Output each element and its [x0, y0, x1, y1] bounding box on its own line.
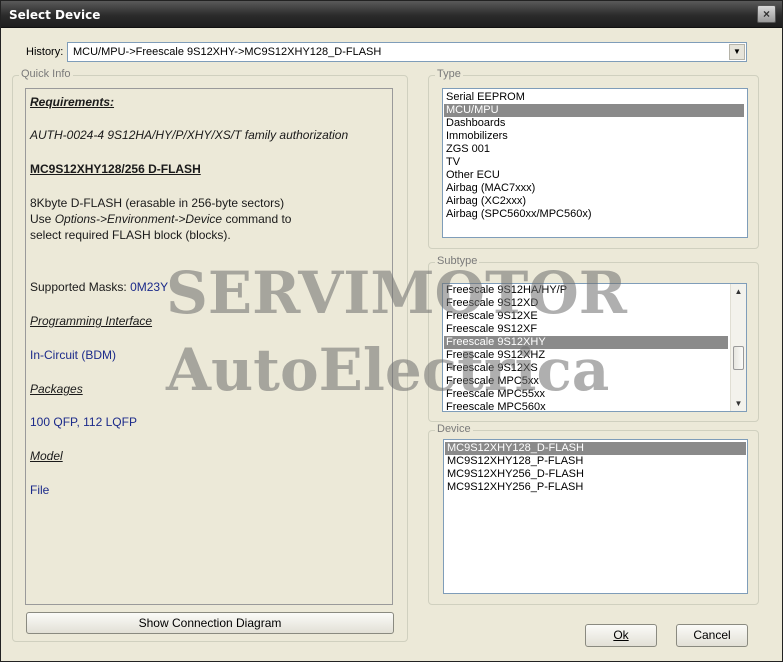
history-dropdown[interactable]: MCU/MPU->Freescale 9S12XHY->MC9S12XHY128… [67, 42, 747, 62]
subtype-list-item[interactable]: Freescale 9S12XS [444, 362, 728, 375]
cancel-button[interactable]: Cancel [676, 624, 748, 647]
chevron-down-icon[interactable]: ▼ [729, 44, 745, 60]
type-list-item[interactable]: MCU/MPU [444, 104, 744, 117]
device-list-item[interactable]: MC9S12XHY128_P-FLASH [445, 455, 746, 468]
model-value: File [30, 483, 50, 497]
device-list-item[interactable]: MC9S12XHY256_P-FLASH [445, 481, 746, 494]
subtype-list-item[interactable]: Freescale MPC55xx [444, 388, 728, 401]
scroll-up-icon[interactable]: ▲ [731, 284, 746, 299]
quick-info-panel: Requirements: AUTH-0024-4 9S12HA/HY/P/XH… [25, 88, 393, 605]
device-listbox[interactable]: MC9S12XHY128_D-FLASH MC9S12XHY128_P-FLASH… [443, 439, 748, 594]
description-line-2: Use Options->Environment->Device command… [30, 212, 291, 226]
device-list-item[interactable]: MC9S12XHY128_D-FLASH [445, 442, 746, 455]
subtype-scrollbar[interactable]: ▲ ▼ [730, 284, 746, 411]
description-prefix: Use [30, 212, 55, 226]
ok-label: Ok [613, 628, 629, 642]
subtype-list-item[interactable]: Freescale 9S12XD [444, 297, 728, 310]
show-connection-diagram-button[interactable]: Show Connection Diagram [26, 612, 394, 634]
subtype-list-item[interactable]: Freescale 9S12HA/HY/P [444, 284, 728, 297]
type-listbox[interactable]: Serial EEPROM MCU/MPU Dashboards Immobilize… [442, 88, 748, 238]
quick-info-label: Quick Info [19, 68, 73, 80]
device-list-item[interactable]: MC9S12XHY256_D-FLASH [445, 468, 746, 481]
description-suffix: command to [222, 212, 292, 226]
packages-heading: Packages [30, 382, 83, 396]
type-list-item[interactable]: ZGS 001 [444, 143, 744, 156]
programming-interface-heading: Programming Interface [30, 314, 153, 328]
type-label: Type [435, 68, 463, 80]
type-list-item[interactable]: Other ECU [444, 169, 744, 182]
programming-interface-value: In-Circuit (BDM) [30, 348, 116, 362]
requirements-heading: Requirements: [30, 95, 115, 109]
auth-line: AUTH-0024-4 9S12HA/HY/P/XHY/XS/T family … [30, 128, 349, 142]
description-line-3: select required FLASH block (blocks). [30, 228, 231, 242]
model-heading: Model [30, 449, 63, 463]
type-list-item[interactable]: TV [444, 156, 744, 169]
close-icon[interactable]: × [757, 5, 776, 23]
select-device-dialog: Select Device × History: MCU/MPU->Freesc… [0, 0, 783, 662]
subtype-listbox[interactable]: ▲ ▼ Freescale 9S12HA/HY/P Freescale 9S12X… [442, 283, 747, 412]
type-list-item[interactable]: Immobilizers [444, 130, 744, 143]
subtype-label: Subtype [435, 255, 480, 267]
packages-value: 100 QFP, 112 LQFP [30, 415, 137, 429]
cancel-label: Cancel [693, 628, 731, 642]
supported-masks: Supported Masks: 0M23Y [30, 280, 168, 294]
subtype-list-item[interactable]: Freescale MPC560x [444, 401, 728, 411]
type-list-item[interactable]: Dashboards [444, 117, 744, 130]
description-line-1: 8Kbyte D-FLASH (erasable in 256-byte sec… [30, 196, 285, 210]
subtype-list-item[interactable]: Freescale 9S12XE [444, 310, 728, 323]
history-value: MCU/MPU->Freescale 9S12XHY->MC9S12XHY128… [73, 46, 382, 58]
masks-label: Supported Masks: [30, 280, 131, 294]
window-title: Select Device [9, 8, 101, 22]
history-label: History: [26, 46, 64, 58]
masks-value: 0M23Y [130, 280, 169, 294]
subtype-list-item[interactable]: Freescale 9S12XHZ [444, 349, 728, 362]
device-label: Device [435, 423, 473, 435]
type-list-item[interactable]: Airbag (SPC560xx/MPC560x) [444, 208, 744, 221]
type-list-item[interactable]: Airbag (MAC7xxx) [444, 182, 744, 195]
device-heading: MC9S12XHY128/256 D-FLASH [30, 162, 201, 176]
scroll-down-icon[interactable]: ▼ [731, 396, 746, 411]
ok-button[interactable]: Ok [585, 624, 657, 647]
scroll-thumb[interactable] [733, 345, 744, 370]
subtype-list-item[interactable]: Freescale 9S12XHY [444, 336, 728, 349]
subtype-list-item[interactable]: Freescale 9S12XF [444, 323, 728, 336]
options-path: Options->Environment->Device [54, 212, 223, 226]
type-list-item[interactable]: Airbag (XC2xxx) [444, 195, 744, 208]
subtype-list-item[interactable]: Freescale MPC5xx [444, 375, 728, 388]
type-list-item[interactable]: Serial EEPROM [444, 91, 744, 104]
title-bar: Select Device × [1, 1, 782, 28]
